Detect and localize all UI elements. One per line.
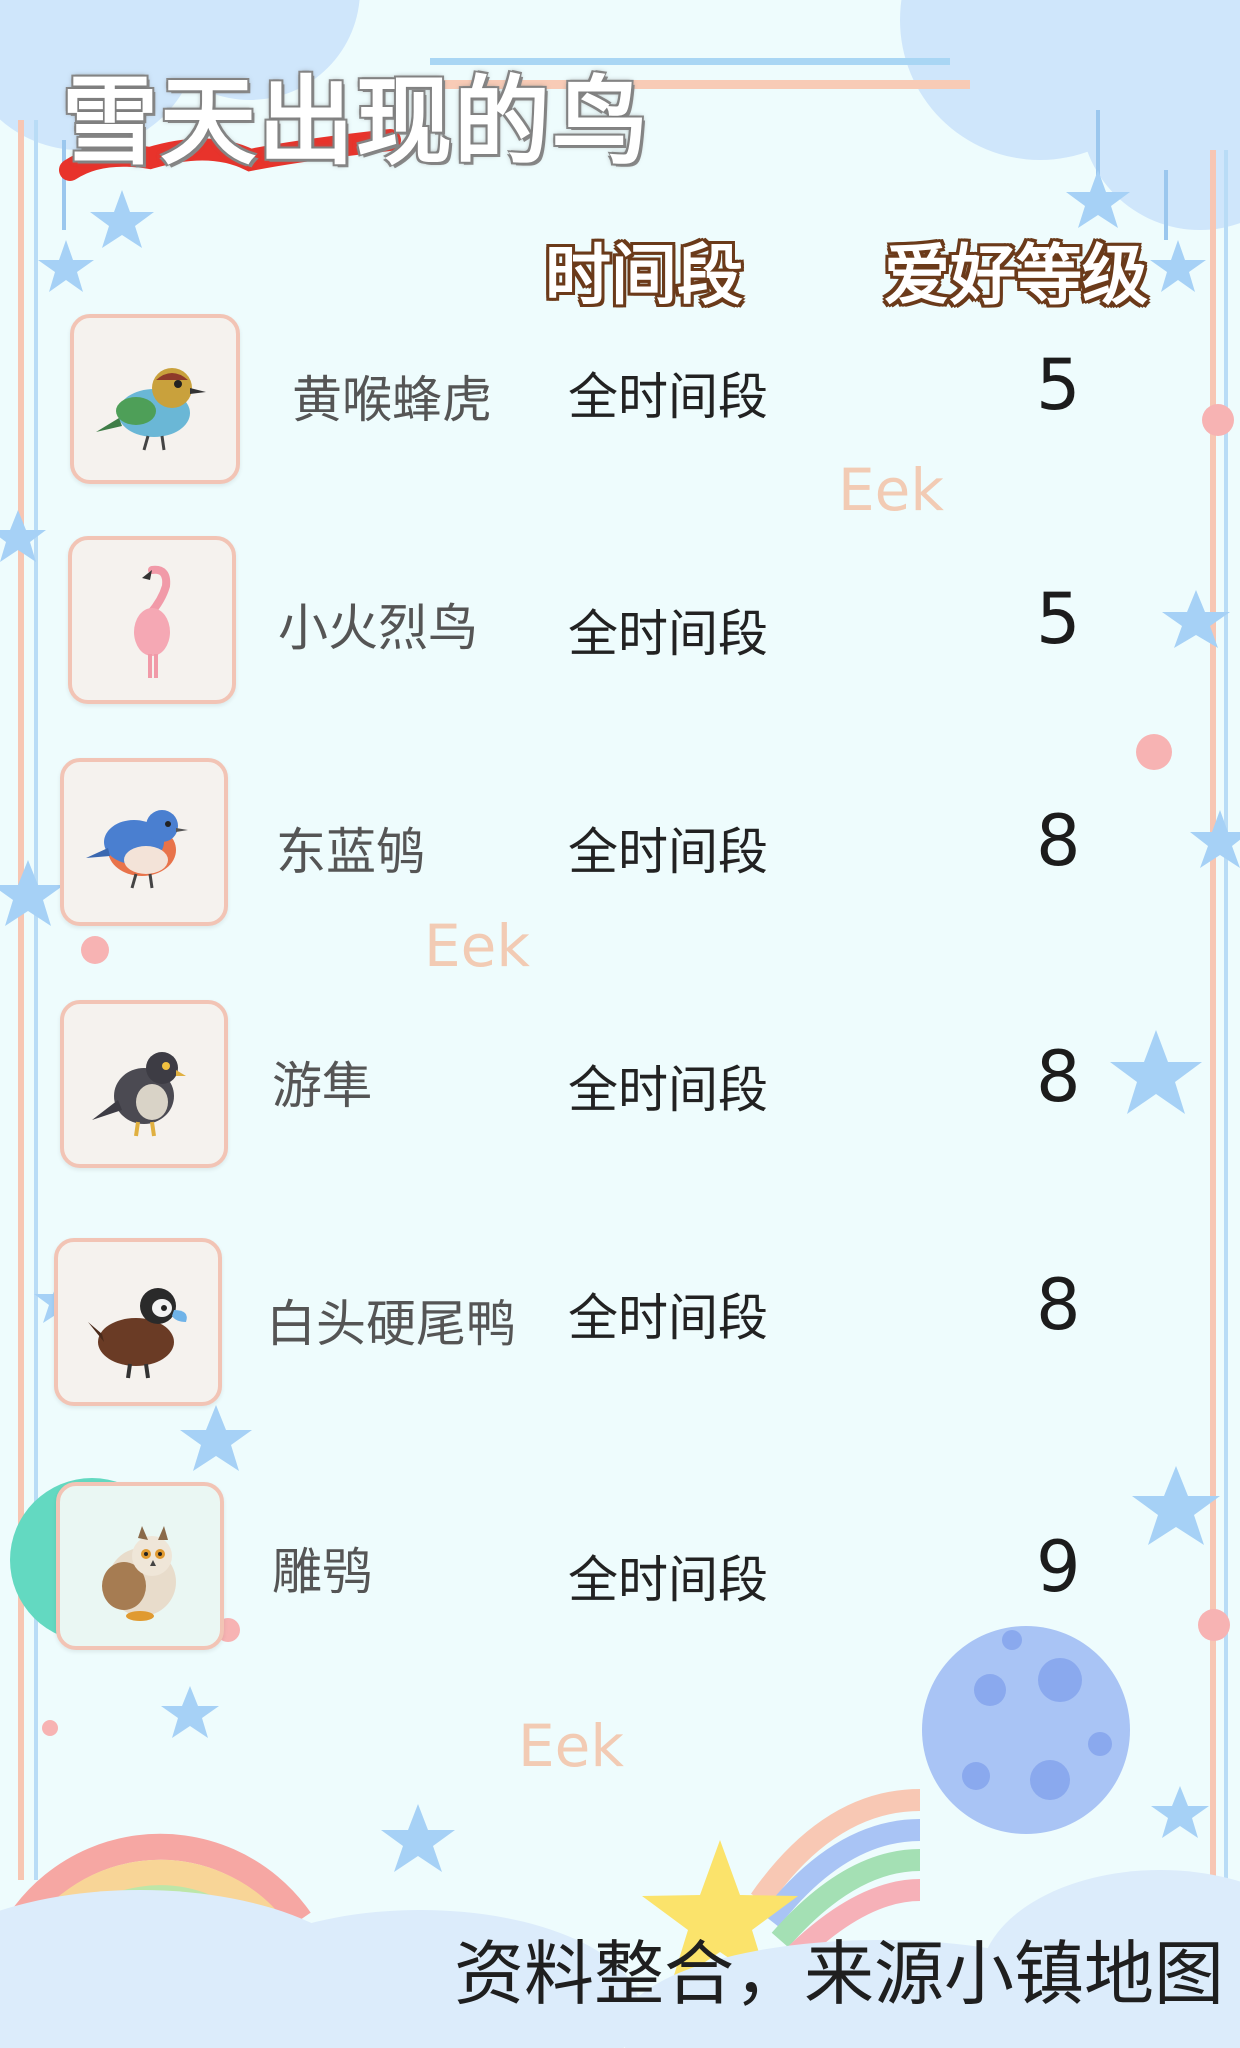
bird-time: 全时间段 [568,1061,768,1119]
page: 雪天出现的鸟 时间段 爱好等级 黄喉蜂虎 全时间段 5 Eek 小火烈鸟 全时间… [0,0,1240,2048]
bird-time: 全时间段 [568,368,768,426]
watermark: Eek [424,912,530,980]
bird-time: 全时间段 [568,1289,768,1347]
bird-card [54,1238,222,1406]
duck-icon [88,1288,187,1379]
bird-level: 8 [1036,1264,1081,1346]
bird-card [60,758,228,926]
bird-name: 游隼 [272,1057,372,1115]
bird-level: 8 [1036,800,1081,882]
bird-card [70,314,240,484]
bird-name: 雕鸮 [272,1543,372,1601]
falcon-icon [92,1052,186,1137]
bluebird-icon [86,810,188,889]
bird-level: 8 [1036,1036,1081,1118]
watermark: Eek [838,456,944,524]
bird-name: 东蓝鸲 [276,823,426,881]
page-title: 雪天出现的鸟 [62,66,650,178]
owl-icon [102,1526,176,1621]
bird-name: 黄喉蜂虎 [292,371,492,429]
bird-level: 5 [1036,578,1081,660]
bird-name: 白头硬尾鸭 [266,1295,516,1353]
flamingo-icon [134,565,171,678]
bird-card [60,1000,228,1168]
bird-card [68,536,236,704]
bird-level: 5 [1036,344,1081,426]
bird-card [56,1482,224,1650]
bird-level: 9 [1036,1526,1081,1608]
watermark: Eek [518,1712,624,1780]
bird-time: 全时间段 [568,823,768,881]
column-header-time: 时间段 [545,237,743,314]
moon-decoration [922,1626,1130,1834]
column-header-level: 爱好等级 [884,237,1148,314]
bird-time: 全时间段 [568,605,768,663]
bird-name: 小火烈鸟 [278,599,478,657]
bird-time: 全时间段 [568,1551,768,1609]
source-credit: 资料整合，来源小镇地图 [454,1933,1224,2015]
bee-eater-bird-icon [96,368,206,451]
